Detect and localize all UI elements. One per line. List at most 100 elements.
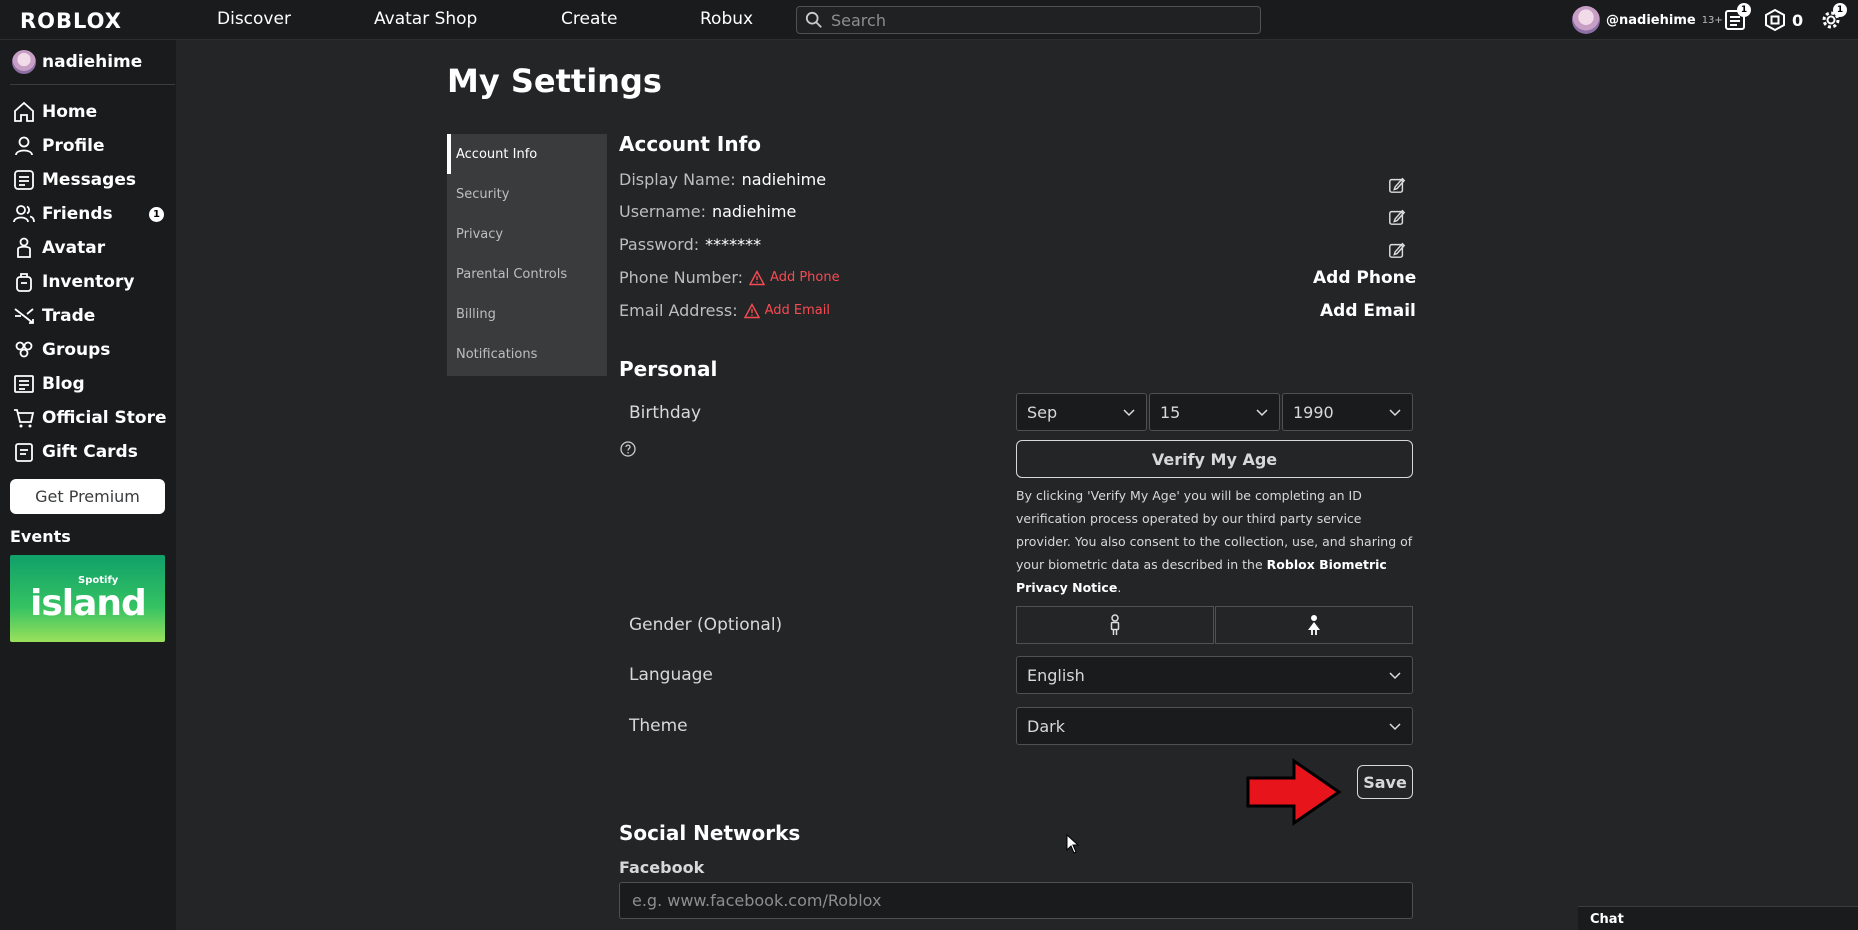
sidebar-item-friends[interactable]: Friends 1 [12,200,172,228]
inventory-icon [16,273,32,292]
settings-button[interactable]: 1 [1819,3,1847,32]
help-icon[interactable] [620,441,636,457]
chevron-down-icon [1389,723,1401,731]
search-input[interactable] [831,10,1251,30]
phone-warning-text[interactable]: Add Phone [770,270,840,285]
mouse-cursor-icon [1066,834,1080,854]
sidebar-item-avatar[interactable]: Avatar [12,234,172,262]
cart-icon [14,409,35,428]
red-arrow-annotation-icon [1246,758,1342,826]
nav-discover[interactable]: Discover [217,9,291,29]
gender-male-button[interactable] [1016,606,1214,644]
sidebar-item-profile[interactable]: Profile [12,132,172,160]
password-label: Password: [619,235,700,254]
sidebar-user[interactable]: nadiehime [12,50,142,74]
sidebar-item-label: Inventory [42,272,135,292]
birthday-label: Birthday [629,403,702,423]
sidebar-item-label: Friends [42,204,113,224]
disclaimer-end: . [1117,580,1122,595]
save-button[interactable]: Save [1357,765,1413,799]
add-email-button[interactable]: Add Email [1320,301,1416,321]
email-warning-text[interactable]: Add Email [765,303,830,318]
tab-account-info[interactable]: Account Info [447,134,607,174]
gift-card-icon [15,443,33,462]
gender-female-button[interactable] [1215,606,1413,644]
robux-button[interactable]: 0 [1763,8,1803,32]
robux-icon [1765,8,1785,32]
email-warning[interactable]: Add Email [743,302,830,319]
verify-my-age-button[interactable]: Verify My Age [1016,440,1413,478]
nav-robux[interactable]: Robux [700,9,753,29]
avatar[interactable] [1572,6,1600,34]
facebook-label: Facebook [619,858,705,877]
edit-display-name-icon[interactable] [1388,176,1406,194]
profile-icon [15,136,33,156]
chat-tab[interactable]: Chat [1578,906,1858,930]
divider [10,84,175,85]
home-icon [14,101,34,122]
password-row: Password: ******* [619,235,761,254]
phone-warning[interactable]: Add Phone [749,269,840,286]
sidebar-item-home[interactable]: Home [12,98,172,126]
add-phone-button[interactable]: Add Phone [1313,268,1416,288]
username-row: Username: nadiehime [619,202,796,221]
sidebar-item-groups[interactable]: Groups [12,336,172,364]
birth-day-value: 15 [1160,402,1181,422]
verification-disclaimer: By clicking 'Verify My Age' you will be … [1016,484,1416,599]
birth-month-select[interactable]: Sep [1016,393,1147,431]
phone-label: Phone Number: [619,268,744,287]
edit-username-icon[interactable] [1388,208,1406,226]
email-label: Email Address: [619,301,738,320]
sidebar-item-label: Groups [42,340,111,360]
sidebar-item-label: Messages [42,170,136,190]
birth-day-select[interactable]: 15 [1149,393,1280,431]
search-icon [805,11,822,28]
left-sidebar: nadiehime Home Profile Messages Friends … [0,40,176,930]
tab-billing[interactable]: Billing [447,294,607,334]
facebook-input[interactable] [619,882,1413,919]
trade-icon [14,308,34,324]
avatar[interactable] [12,50,36,74]
friends-badge: 1 [149,207,164,222]
sidebar-item-messages[interactable]: Messages [12,166,172,194]
sidebar-item-trade[interactable]: Trade [12,302,172,330]
notifications-badge: 1 [1737,3,1751,17]
username-label: Username: [619,202,706,221]
tab-security[interactable]: Security [447,174,607,214]
sidebar-item-blog[interactable]: Blog [12,370,172,398]
theme-label: Theme [629,716,688,736]
sidebar-item-label: Home [42,102,98,122]
tab-privacy[interactable]: Privacy [447,214,607,254]
sidebar-item-gift-cards[interactable]: Gift Cards [12,438,172,466]
nav-create[interactable]: Create [561,9,618,29]
event-banner[interactable]: Spotify island [10,555,165,642]
roblox-logo[interactable]: ROBLOX [20,9,122,33]
chevron-down-icon [1123,409,1135,417]
sidebar-username[interactable]: nadiehime [42,52,142,72]
edit-password-icon[interactable] [1388,241,1406,259]
get-premium-button[interactable]: Get Premium [10,479,165,514]
event-banner-title: island [30,583,147,624]
groups-icon [15,341,33,358]
tab-notifications[interactable]: Notifications [447,334,607,374]
sidebar-item-label: Blog [42,374,85,394]
friends-icon [13,205,35,223]
avatar-icon [17,237,31,258]
settings-tabs: Account Info Security Privacy Parental C… [447,134,607,376]
notifications-button[interactable]: 1 [1723,3,1751,32]
chevron-down-icon [1389,672,1401,680]
top-username[interactable]: @nadiehime [1606,13,1696,28]
birth-year-select[interactable]: 1990 [1282,393,1413,431]
nav-avatar-shop[interactable]: Avatar Shop [374,9,477,29]
sidebar-item-label: Trade [42,306,96,326]
sidebar-item-label: Gift Cards [42,442,138,462]
language-select[interactable]: English [1016,656,1413,694]
tab-parental-controls[interactable]: Parental Controls [447,254,607,294]
user-menu[interactable]: @nadiehime 13+ [1572,6,1723,34]
sidebar-item-inventory[interactable]: Inventory [12,268,172,296]
social-networks-heading: Social Networks [619,821,801,845]
search-box[interactable] [796,6,1261,34]
theme-value: Dark [1027,716,1065,736]
sidebar-item-official-store[interactable]: Official Store [12,404,172,432]
theme-select[interactable]: Dark [1016,707,1413,745]
